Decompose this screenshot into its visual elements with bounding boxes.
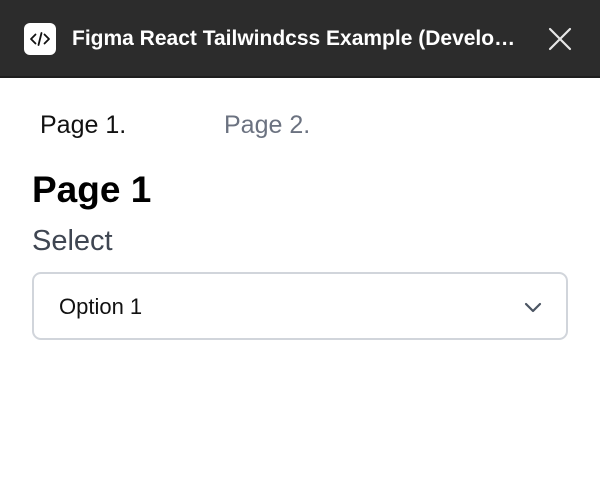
option-select[interactable]: Option 1 <box>32 272 568 340</box>
select-label: Select <box>32 225 113 257</box>
tab-page-2[interactable]: Page 2. <box>224 108 310 142</box>
close-button[interactable] <box>543 22 577 56</box>
tab-page-1[interactable]: Page 1. <box>40 108 126 142</box>
select-value: Option 1 <box>59 294 143 319</box>
plugin-titlebar: Figma React Tailwindcss Example (Develop… <box>0 0 600 78</box>
window-title: Figma React Tailwindcss Example (Develop… <box>72 27 527 50</box>
code-brackets-icon <box>24 23 56 55</box>
close-icon <box>548 27 572 51</box>
page-tabs: Page 1. Page 2. <box>0 104 600 146</box>
page-title: Page 1 <box>32 169 152 210</box>
chevron-down-icon <box>524 302 542 313</box>
